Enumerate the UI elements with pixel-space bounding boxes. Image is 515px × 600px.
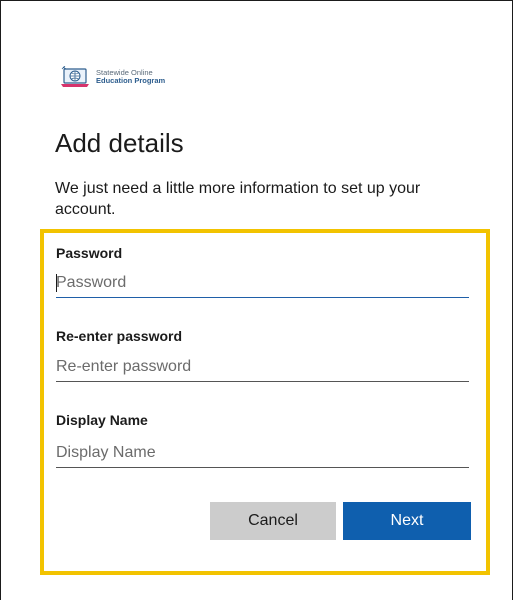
logo-line2: Education Program — [96, 76, 166, 85]
logo-text: Statewide Online Education Program — [96, 69, 165, 85]
password-label: Password — [56, 245, 123, 261]
password-input[interactable] — [56, 268, 469, 298]
page-description: We just need a little more information t… — [55, 180, 421, 218]
display-name-label: Display Name — [56, 412, 148, 428]
next-button[interactable]: Next — [343, 502, 471, 540]
cancel-button[interactable]: Cancel — [210, 502, 336, 540]
reenter-password-input[interactable] — [56, 352, 469, 382]
program-logo: Statewide Online Education Program — [60, 66, 165, 88]
reenter-password-label: Re-enter password — [56, 328, 183, 344]
display-name-input[interactable] — [56, 438, 469, 468]
page-title: Add details — [55, 128, 184, 158]
text-caret — [56, 274, 57, 292]
laptop-globe-icon — [61, 66, 89, 87]
